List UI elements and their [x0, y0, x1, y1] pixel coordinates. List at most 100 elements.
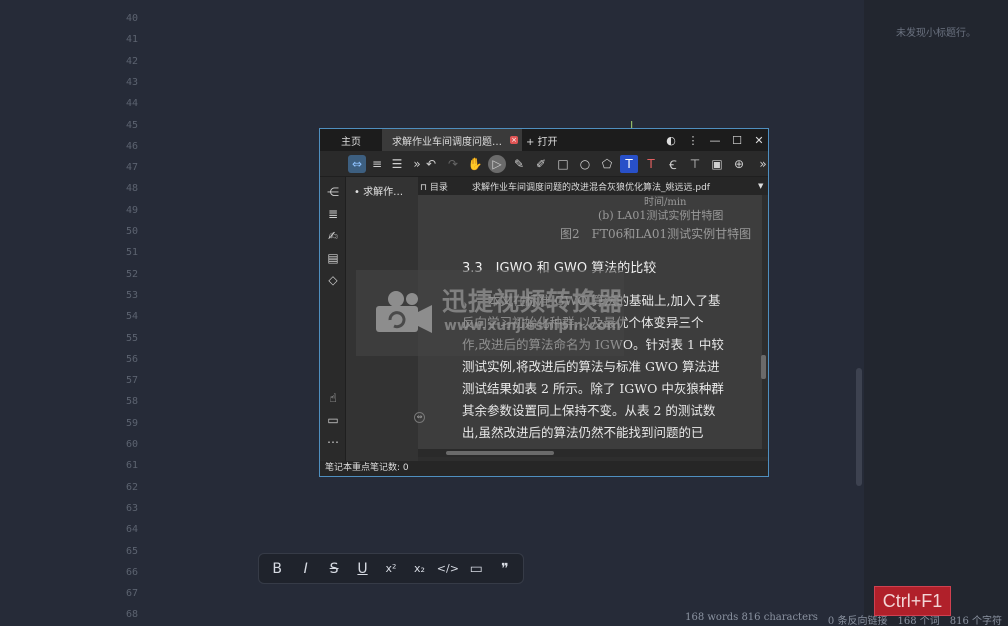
hand-tool-icon[interactable]: ✋	[466, 155, 484, 173]
line-number: 47	[125, 162, 138, 174]
body-line: 测试结果如表 2 所示。除了 IGWO 中灰狼种群	[462, 381, 724, 396]
theme-toggle-icon[interactable]: ◐	[664, 134, 678, 147]
line-number: 67	[125, 588, 138, 600]
pdf-titlebar: 主页 求解作业车间调度问题… × + 打开 ◐ ⋮ — ☐ ✕	[320, 129, 768, 151]
line-number: 59	[125, 417, 138, 429]
more-menu-icon[interactable]: ⋮	[686, 134, 700, 147]
brush-icon[interactable]: ✍	[324, 227, 342, 245]
line-number: 64	[125, 524, 138, 536]
italic-icon[interactable]: I	[293, 557, 319, 581]
text-box-icon[interactable]: T	[620, 155, 638, 173]
line-number: 45	[125, 119, 138, 131]
text-color-icon[interactable]: T	[642, 155, 660, 173]
subscript-icon[interactable]: x₂	[406, 557, 432, 581]
toc-label[interactable]: ⊓ 目录	[420, 180, 472, 193]
editor-scrollbar[interactable]	[856, 368, 862, 486]
close-window-icon[interactable]: ✕	[752, 134, 766, 147]
line-number: 68	[125, 609, 138, 621]
line-number: 60	[125, 439, 138, 450]
window-icon[interactable]: ▭	[463, 557, 489, 581]
line-number: 42	[125, 55, 138, 67]
page-horizontal-scrollbar[interactable]	[418, 449, 768, 457]
line-number: 56	[125, 353, 138, 365]
resize-handle-icon[interactable]: ⇔	[414, 412, 425, 423]
line-number: 55	[125, 332, 138, 344]
tag-icon[interactable]: ◇	[324, 271, 342, 289]
line-number: 54	[125, 311, 138, 323]
vertical-scroll-thumb[interactable]	[761, 355, 766, 379]
layers-icon[interactable]: ≣	[324, 205, 342, 223]
image-icon[interactable]: ▣	[708, 155, 726, 173]
bold-icon[interactable]: B	[264, 557, 290, 581]
figure-caption: 图2 FT06和LA01测试实例甘特图	[560, 227, 752, 241]
line-number: 49	[125, 204, 138, 216]
underline-icon[interactable]: U	[350, 557, 376, 581]
notes-status: 笔记本重点笔记数: 0	[320, 461, 768, 476]
figure-subcaption: (b) LA01测试实例甘特图	[598, 209, 724, 222]
word-count-en: 168 words 816 characters	[685, 612, 818, 623]
file-name: 求解作业车间调度问题的改进混合灰狼优化算法_姚远远.pdf	[472, 182, 710, 193]
format-toolbar: B I S Ux² x₂ </> ▭ ❞	[258, 553, 524, 584]
maximize-icon[interactable]: ☐	[730, 134, 744, 147]
horizontal-scroll-thumb[interactable]	[446, 451, 554, 455]
line-number: 48	[125, 183, 138, 195]
more-tools-icon[interactable]: »	[754, 155, 768, 173]
rectangle-icon[interactable]: □	[554, 155, 572, 173]
superscript-icon[interactable]: x²	[378, 557, 404, 581]
select-tool-icon[interactable]: ▷	[488, 155, 506, 173]
status-bar: 168 words 816 characters 0 条反向链接 168 个词 …	[685, 612, 1008, 626]
redo-icon[interactable]: ↷	[444, 155, 462, 173]
camera-logo-icon	[376, 291, 432, 333]
code-icon[interactable]: </>	[435, 557, 461, 581]
line-number: 51	[125, 247, 138, 259]
hand-icon[interactable]: ☝	[324, 389, 342, 407]
line-number: 65	[125, 545, 138, 557]
fit-width-icon[interactable]: ⇔	[348, 155, 366, 173]
toc-item[interactable]: • 求解作…	[354, 183, 403, 198]
polygon-icon[interactable]: ⬠	[598, 155, 616, 173]
tab-document-label: 求解作业车间调度问题…	[392, 136, 502, 148]
tab-document[interactable]: 求解作业车间调度问题… ×	[382, 129, 522, 151]
pdf-sidebar-icons: ⋲ ≣ ✍ ▤ ◇ ☝ ▭ ⋯	[320, 177, 346, 464]
watermark-url: www.xunjieshipin.com	[444, 318, 621, 334]
tree-icon[interactable]: ⋲	[324, 183, 342, 201]
globe-icon[interactable]: ⊕	[730, 155, 748, 173]
line-number: 52	[125, 268, 138, 280]
outline-empty-message: 未发现小标题行。	[896, 28, 976, 39]
shortcut-badge: Ctrl+F1	[874, 586, 951, 616]
line-number: 50	[125, 226, 138, 237]
panel-icon[interactable]: ▭	[324, 411, 342, 429]
line-number: 62	[125, 481, 138, 493]
document-header: ⊓ 目录 求解作业车间调度问题的改进混合灰狼优化算法_姚远远.pdf ▼	[418, 177, 768, 195]
body-line: 出,虽然改进后的算法仍然不能找到问题的已	[462, 425, 704, 440]
line-number: 53	[125, 289, 138, 301]
document-icon[interactable]: ▤	[324, 249, 342, 267]
line-number: 46	[125, 140, 138, 152]
dropdown-icon[interactable]: ▼	[758, 182, 768, 190]
line-number: 57	[125, 375, 138, 387]
page-vertical-scrollbar[interactable]	[761, 195, 766, 450]
line-number: 61	[125, 460, 138, 472]
undo-icon[interactable]: ↶	[422, 155, 440, 173]
text-format-icon[interactable]: Ꞓ	[664, 155, 682, 173]
pen-icon[interactable]: ✐	[532, 155, 550, 173]
tab-open-file[interactable]: + 打开	[526, 129, 576, 151]
more-options-icon[interactable]: ⋯	[324, 433, 342, 451]
line-number: 43	[125, 76, 138, 88]
text-frame-icon[interactable]: ⊤	[686, 155, 704, 173]
line-number: 40	[125, 13, 138, 24]
strikethrough-icon[interactable]: S	[321, 557, 347, 581]
list-icon[interactable]: ≡	[368, 155, 386, 173]
tab-home[interactable]: 主页	[320, 129, 382, 151]
line-number: 41	[125, 34, 138, 46]
quote-icon[interactable]: ❞	[492, 557, 518, 581]
circle-icon[interactable]: ○	[576, 155, 594, 173]
list-numbered-icon[interactable]: ☰	[388, 155, 406, 173]
char-count-zh: 816 个字符	[949, 616, 1002, 626]
window-controls: ◐ ⋮ — ☐ ✕	[664, 129, 766, 151]
minimize-icon[interactable]: —	[708, 134, 722, 147]
highlight-pen-icon[interactable]: ✎	[510, 155, 528, 173]
line-number: 66	[125, 566, 138, 578]
close-tab-icon[interactable]: ×	[510, 136, 518, 144]
line-number-gutter: 40 41 42 43 44 45 46 47 48 49 50 51 52 53 54 55 56 57 58 59…	[0, 0, 150, 626]
